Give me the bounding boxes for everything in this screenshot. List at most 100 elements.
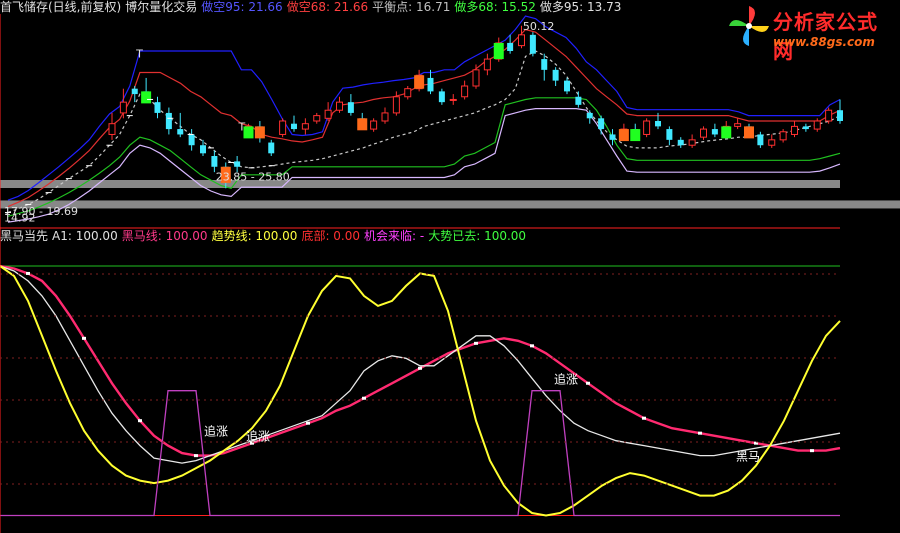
candle-body-7 [188,134,195,146]
candle-body-18 [313,115,321,122]
indicator-marker-26 [362,396,366,400]
candle-body-30 [449,98,457,101]
indicator-header-item-1: A1: 100.00 [52,229,118,243]
candle-body-8 [200,145,206,154]
candle-body-2 [131,88,138,95]
candle-body-42 [586,112,593,119]
candle-body-38 [541,59,548,70]
candle-body-9 [211,156,218,167]
indicator-marker-58 [810,449,814,453]
indicator-header-item-4: 底部: 0.00 [301,229,361,243]
price-annotation-3: 23.85 - 25.80 [216,170,290,183]
candle-body-58 [768,139,776,146]
signal-box-green-0 [141,91,152,104]
candle-body-53 [711,129,718,135]
indicator-annotation-2: 追涨 [554,371,578,386]
candle-body-5 [165,112,172,130]
signal-box-orange-8 [618,129,629,142]
indicator-marker-2 [26,271,30,275]
candle-body-49 [666,129,673,140]
candle-body-25 [392,96,400,114]
candle-body-19 [324,109,332,119]
candle-body-63 [825,109,833,122]
candle-body-64 [837,110,843,121]
candle-body-23 [370,120,378,130]
indicator-marker-46 [642,416,646,420]
candle-body-28 [427,77,434,92]
candle-body-32 [472,69,480,87]
candle-body-39 [552,69,559,81]
signal-box-orange-10 [744,126,754,139]
candle-body-55 [734,123,742,127]
candle-body-4 [154,102,161,113]
indicator-marker-10 [138,419,142,423]
indicator-panel-header: 黑马当先 A1: 100.00 黑马线: 100.00 趋势线: 100.00 底部: … [0,229,530,243]
candle-body-36 [518,34,525,47]
candle-body-44 [609,134,616,140]
price-annotation-0: T [135,48,143,61]
price-header-item-1: 博尔量化交易 [125,0,198,14]
indicator-header-item-2: 黑马线: 100.00 [121,229,208,243]
price-header-item-4: 平衡点: 16.71 [372,0,451,14]
price-header-item-3: 做空68: 21.66 [286,0,369,14]
candle-body-24 [381,112,389,122]
candle-body-40 [564,80,570,92]
indicator-marker-38 [530,344,534,348]
candle-body-57 [757,134,764,146]
candle-body-37 [529,34,536,54]
candle-body-20 [336,101,343,111]
candle-body-43 [598,118,605,130]
candle-body-29 [438,91,445,103]
support-band-0 [0,180,840,188]
logo-url: www.88gs.com [773,35,875,49]
indicator-marker-34 [474,341,478,345]
indicator-marker-14 [194,454,198,458]
price-header-item-5: 做多68: 15.52 [454,0,536,14]
signal-box-orange-5 [414,75,425,89]
signal-box-green-7 [630,129,641,142]
indicator-marker-42 [586,381,590,385]
candle-body-17 [301,123,309,130]
candle-body-35 [507,42,514,51]
candle-body-47 [643,120,651,135]
indicator-header-item-0: 黑马当先 [0,229,49,243]
candle-body-16 [291,123,297,130]
signal-box-green-9 [721,126,732,139]
candle-body-14 [268,142,275,154]
price-header-item-6: 做多95: 13.73 [539,0,622,14]
signal-box-green-6 [493,42,504,60]
indicator-header-item-3: 趋势线: 100.00 [211,229,298,243]
candle-body-51 [688,139,696,146]
support-band-1 [0,200,900,209]
candle-body-60 [791,125,798,135]
indicator-header-item-6: 大势已去: 100.00 [428,229,527,243]
indicator-marker-22 [306,421,310,425]
candle-body-59 [779,131,787,141]
indicator-marker-30 [418,366,422,370]
site-logo[interactable]: 分析家公式网 www.88gs.com [727,4,892,63]
price-panel-header: 首飞储存(日线,前复权) 博尔量化交易 做空95: 21.66 做空68: 21.66… [0,0,625,14]
signal-box-orange-3 [254,126,265,139]
price-header-item-2: 做空95: 21.66 [201,0,283,14]
candle-body-26 [404,88,412,98]
candle-body-50 [677,139,684,146]
candle-body-61 [802,126,809,130]
indicator-header-item-5: 机会来临: - [364,229,425,243]
candle-body-31 [461,85,469,98]
candle-body-15 [279,120,287,135]
price-left-label-0: 14.92 [4,212,36,225]
price-header-item-0: 首飞储存(日线,前复权) [0,0,122,14]
stock-chart[interactable]: TT50.1223.85 - 25.8017.90 - 19.6914.92 追… [0,0,900,533]
candle-body-41 [575,96,582,105]
candle-body-6 [177,129,184,135]
price-annotation-2: 50.12 [523,20,555,33]
indicator-annotation-1: 追涨 [246,429,270,444]
candle-body-1 [119,101,127,114]
indicator-marker-6 [82,336,86,340]
pinwheel-logo-icon [729,6,769,46]
candle-body-52 [700,128,707,138]
signal-box-orange-4 [357,118,368,131]
candle-body-21 [347,102,354,113]
price-annotation-1: T [238,120,246,133]
indicator-annotation-3: 黑马 [736,450,760,464]
